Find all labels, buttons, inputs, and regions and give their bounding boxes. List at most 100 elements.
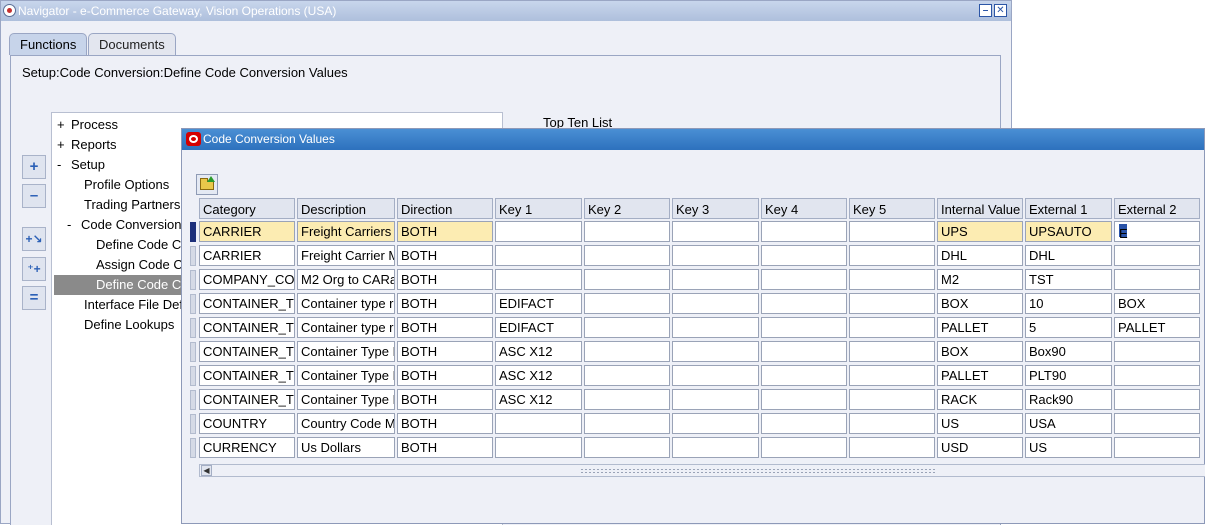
cell-external-1[interactable]: TST: [1025, 269, 1112, 290]
cell-key-3[interactable]: [672, 389, 759, 410]
column-header-key-1[interactable]: Key 1: [495, 198, 582, 219]
cell-key-2[interactable]: [584, 365, 670, 386]
column-header-external-1[interactable]: External 1: [1025, 198, 1112, 219]
row-indicator[interactable]: [190, 366, 196, 386]
cell-key-5[interactable]: [849, 317, 935, 338]
cell-key-4[interactable]: [761, 365, 847, 386]
cell-key-5[interactable]: [849, 221, 935, 242]
column-header-internal-value[interactable]: Internal Value: [937, 198, 1023, 219]
cell-key-4[interactable]: [761, 293, 847, 314]
cell-key-1[interactable]: [495, 245, 582, 266]
tree-item-profile-options[interactable]: Profile Options: [84, 175, 169, 195]
cell-key-4[interactable]: [761, 269, 847, 290]
row-indicator[interactable]: [190, 414, 196, 434]
column-header-key-3[interactable]: Key 3: [672, 198, 759, 219]
cell-external-1[interactable]: US: [1025, 437, 1112, 458]
cell-key-2[interactable]: [584, 413, 670, 434]
column-header-key-5[interactable]: Key 5: [849, 198, 935, 219]
tree-item-define-code-categories[interactable]: Define Code Co: [96, 235, 189, 255]
cell-key-3[interactable]: [672, 293, 759, 314]
row-indicator[interactable]: [190, 294, 196, 314]
cell-key-3[interactable]: [672, 245, 759, 266]
cell-internal-value[interactable]: BOX: [937, 341, 1023, 362]
move-right-button[interactable]: +↘: [22, 227, 46, 251]
cell-internal-value[interactable]: US: [937, 413, 1023, 434]
cell-key-1[interactable]: EDIFACT: [495, 317, 582, 338]
cell-key-1[interactable]: [495, 221, 582, 242]
cell-description[interactable]: Container Type I: [297, 389, 395, 410]
cell-external-1[interactable]: PLT90: [1025, 365, 1112, 386]
cell-external-2[interactable]: E: [1114, 221, 1200, 242]
cell-key-3[interactable]: [672, 269, 759, 290]
cell-direction[interactable]: BOTH: [397, 221, 493, 242]
column-header-description[interactable]: Description: [297, 198, 395, 219]
cell-description[interactable]: Country Code M: [297, 413, 395, 434]
cell-external-1[interactable]: USA: [1025, 413, 1112, 434]
cell-external-2[interactable]: [1114, 269, 1200, 290]
cell-internal-value[interactable]: BOX: [937, 293, 1023, 314]
cell-key-3[interactable]: [672, 341, 759, 362]
cell-internal-value[interactable]: RACK: [937, 389, 1023, 410]
cell-internal-value[interactable]: M2: [937, 269, 1023, 290]
cell-category[interactable]: CONTAINER_TY: [199, 317, 295, 338]
cell-key-5[interactable]: [849, 293, 935, 314]
add-all-button[interactable]: ⁺+: [22, 257, 46, 281]
column-header-direction[interactable]: Direction: [397, 198, 493, 219]
cell-category[interactable]: COUNTRY: [199, 413, 295, 434]
row-indicator[interactable]: [190, 318, 196, 338]
tree-item-define-code-values[interactable]: Define Code Co: [54, 275, 189, 295]
cell-category[interactable]: CONTAINER_TY: [199, 293, 295, 314]
cell-external-1[interactable]: 5: [1025, 317, 1112, 338]
tree-item-assign-code-categories[interactable]: Assign Code Co: [96, 255, 190, 275]
tree-item-define-lookups[interactable]: Define Lookups: [84, 315, 174, 335]
add-button[interactable]: +: [22, 155, 46, 179]
cell-key-2[interactable]: [584, 221, 670, 242]
cell-description[interactable]: Container type r: [297, 293, 395, 314]
cell-external-2[interactable]: [1114, 245, 1200, 266]
cell-key-5[interactable]: [849, 245, 935, 266]
cell-direction[interactable]: BOTH: [397, 413, 493, 434]
tree-item-process[interactable]: + Process: [57, 115, 118, 135]
row-indicator[interactable]: [190, 246, 196, 266]
column-header-key-4[interactable]: Key 4: [761, 198, 847, 219]
ccv-title-bar[interactable]: Code Conversion Values: [182, 129, 1204, 150]
cell-key-5[interactable]: [849, 365, 935, 386]
cell-key-2[interactable]: [584, 269, 670, 290]
cell-internal-value[interactable]: DHL: [937, 245, 1023, 266]
remove-button[interactable]: –: [22, 184, 46, 208]
cell-key-4[interactable]: [761, 341, 847, 362]
cell-category[interactable]: CARRIER: [199, 245, 295, 266]
collapse-icon[interactable]: -: [67, 215, 81, 235]
cell-external-2[interactable]: [1114, 413, 1200, 434]
cell-external-2[interactable]: PALLET: [1114, 317, 1200, 338]
cell-direction[interactable]: BOTH: [397, 365, 493, 386]
cell-key-4[interactable]: [761, 221, 847, 242]
cell-external-1[interactable]: DHL: [1025, 245, 1112, 266]
cell-key-1[interactable]: EDIFACT: [495, 293, 582, 314]
column-header-external-2[interactable]: External 2: [1114, 198, 1200, 219]
column-header-category[interactable]: Category: [199, 198, 295, 219]
cell-external-1[interactable]: UPSAUTO: [1025, 221, 1112, 242]
cell-internal-value[interactable]: UPS: [937, 221, 1023, 242]
row-indicator[interactable]: [190, 222, 196, 242]
cell-external-2[interactable]: BOX: [1114, 293, 1200, 314]
cell-direction[interactable]: BOTH: [397, 269, 493, 290]
tree-item-reports[interactable]: + Reports: [57, 135, 117, 155]
cell-key-2[interactable]: [584, 293, 670, 314]
cell-key-5[interactable]: [849, 437, 935, 458]
cell-external-1[interactable]: Box90: [1025, 341, 1112, 362]
cell-direction[interactable]: BOTH: [397, 317, 493, 338]
tab-documents[interactable]: Documents: [88, 33, 176, 55]
cell-category[interactable]: CARRIER: [199, 221, 295, 242]
cell-external-2[interactable]: [1114, 341, 1200, 362]
cell-description[interactable]: Freight Carrier M: [297, 245, 395, 266]
cell-direction[interactable]: BOTH: [397, 389, 493, 410]
cell-key-4[interactable]: [761, 437, 847, 458]
cell-external-1[interactable]: Rack90: [1025, 389, 1112, 410]
cell-description[interactable]: Freight Carriers: [297, 221, 395, 242]
open-folder-button[interactable]: [196, 174, 218, 195]
cell-key-5[interactable]: [849, 413, 935, 434]
cell-external-2[interactable]: [1114, 389, 1200, 410]
minimize-icon[interactable]: –: [979, 4, 992, 17]
cell-key-2[interactable]: [584, 437, 670, 458]
